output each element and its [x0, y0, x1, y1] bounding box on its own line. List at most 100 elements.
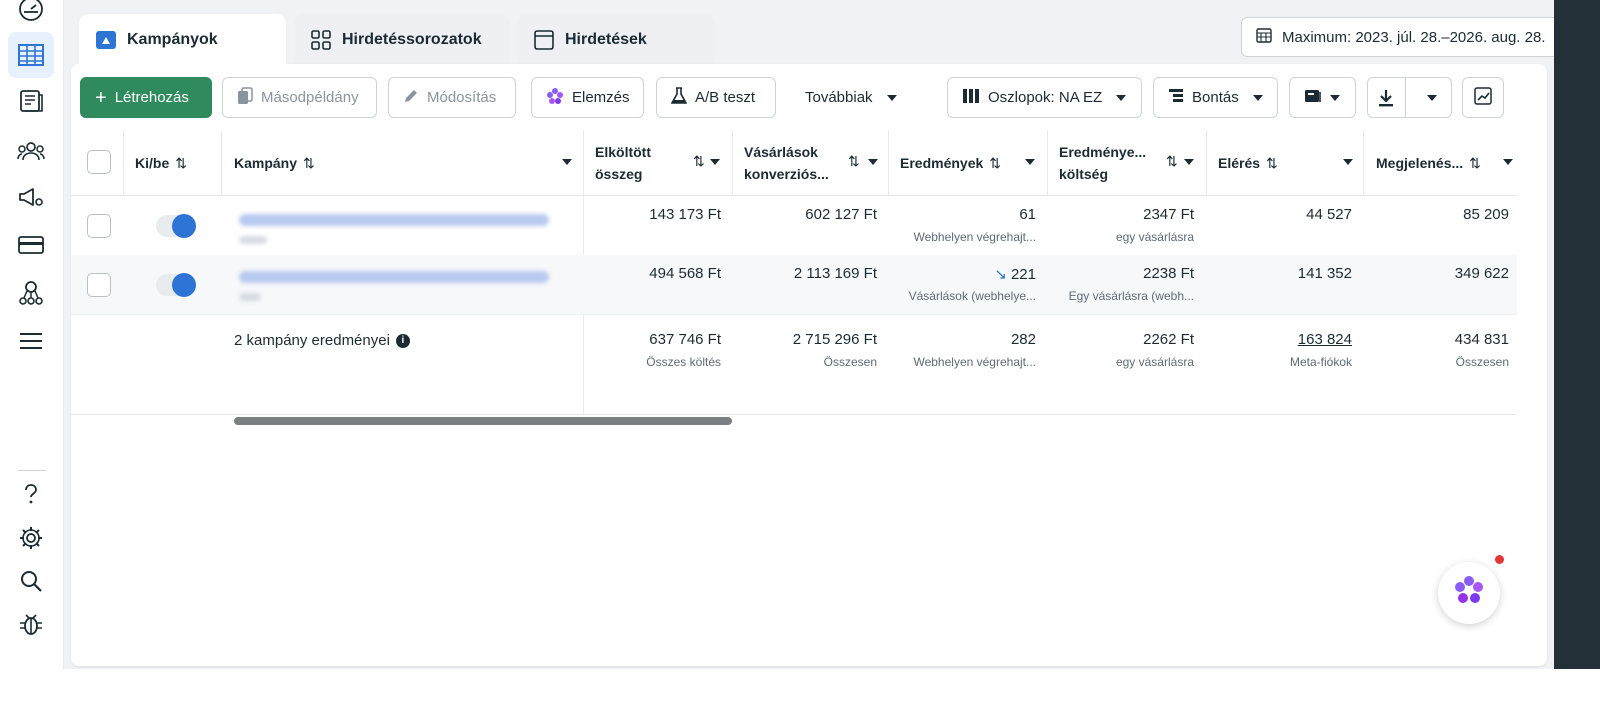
business-network-icon[interactable]	[8, 270, 54, 316]
breakdown-icon	[1168, 88, 1184, 108]
cell-reach: 44 527	[1306, 206, 1352, 223]
chevron-down-icon[interactable]	[1503, 159, 1513, 165]
breakdown-dropdown[interactable]: Bontás	[1153, 77, 1278, 118]
duplicate-label: Másodpéldány	[261, 89, 359, 106]
columns-dropdown[interactable]: Oszlopok: NA EZ	[947, 77, 1142, 118]
chevron-down-icon[interactable]	[868, 159, 878, 165]
campaign-toggle[interactable]	[156, 214, 196, 238]
summary-purchases: 2 715 296 Ft	[792, 331, 877, 348]
column-header-onoff[interactable]: Ki/be ⇅	[135, 130, 221, 196]
column-header-impressions[interactable]: Megjelenés... ⇅	[1376, 130, 1517, 196]
row-checkbox[interactable]	[87, 273, 111, 297]
info-icon[interactable]: i	[395, 333, 410, 348]
column-header-cost-per-result[interactable]: Eredménye... költség ⇅	[1059, 130, 1206, 196]
sort-arrows-icon[interactable]: ⇅	[1166, 150, 1178, 172]
chevron-down-icon[interactable]	[1343, 159, 1353, 165]
megaphone-settings-icon[interactable]	[8, 174, 54, 220]
column-header-results[interactable]: Eredmények ⇅	[900, 130, 1047, 196]
download-icon[interactable]	[1368, 78, 1406, 117]
cell-reach: 141 352	[1297, 265, 1352, 282]
analyze-button[interactable]: Elemzés	[531, 77, 644, 118]
more-label: Továbbiak	[805, 89, 873, 106]
cell-impressions: 349 622	[1454, 265, 1509, 282]
row-checkbox[interactable]	[87, 214, 111, 238]
ai-assistant-button[interactable]	[1438, 562, 1500, 624]
summary-cost-label: egy vásárlásra	[1115, 355, 1194, 369]
column-divider	[1363, 130, 1364, 196]
create-button[interactable]: + Létrehozás	[80, 77, 212, 118]
chevron-down-icon	[886, 94, 897, 101]
table-row[interactable]: 143 173 Ft 602 127 Ft 61 Webhelyen végre…	[71, 196, 1517, 256]
billing-card-icon[interactable]	[8, 222, 54, 268]
sort-arrows-icon[interactable]: ⇅	[989, 152, 1001, 174]
dashboard-gauge-icon[interactable]	[8, 0, 54, 32]
campaign-toggle[interactable]	[156, 273, 196, 297]
column-header-reach[interactable]: Elérés ⇅	[1218, 130, 1365, 196]
cell-cost-type: egy vásárlásra	[1115, 230, 1194, 244]
sort-arrows-icon[interactable]: ⇅	[1469, 152, 1481, 174]
cell-purchases: 602 127 Ft	[805, 206, 877, 223]
export-menu-toggle[interactable]	[1414, 94, 1451, 101]
ab-test-button[interactable]: A/B teszt	[656, 77, 776, 118]
summary-amount-spent: 637 746 Ft	[649, 331, 721, 348]
report-bug-icon[interactable]	[8, 601, 54, 647]
chevron-down-icon[interactable]	[1025, 159, 1035, 165]
column-header-campaign[interactable]: Kampány ⇅	[234, 130, 584, 196]
column-divider	[123, 130, 124, 196]
audiences-people-icon[interactable]	[8, 128, 54, 174]
ads-manager-window: Kampányok Hirdetéssorozatok Hirdetések M…	[0, 0, 1600, 717]
toggle-knob	[172, 273, 196, 297]
all-tools-menu-icon[interactable]	[8, 318, 54, 364]
cell-impressions: 85 209	[1463, 206, 1509, 223]
cell-results: ↘ 221	[994, 266, 1036, 283]
column-header-purchases-conversion[interactable]: Vásárlások konverziós... ⇅	[744, 130, 890, 196]
cell-results-type: Webhelyen végrehajt...	[913, 230, 1036, 244]
edit-button[interactable]: Módosítás	[388, 77, 516, 118]
header-label: Megjelenés...	[1376, 155, 1464, 171]
summary-purchases-label: Összesen	[823, 355, 877, 369]
sort-arrows-icon[interactable]: ⇅	[175, 152, 187, 174]
sort-arrows-icon[interactable]: ⇅	[693, 150, 705, 172]
chevron-down-icon[interactable]	[562, 159, 572, 165]
duplicate-button[interactable]: Másodpéldány	[222, 77, 377, 118]
adset-grid-icon	[310, 29, 332, 51]
search-icon[interactable]	[8, 558, 54, 604]
campaign-name-redacted[interactable]	[239, 214, 549, 226]
summary-reach-link[interactable]: 163 824	[1298, 331, 1352, 348]
edit-label: Módosítás	[427, 89, 497, 106]
column-divider	[888, 130, 889, 196]
view-charts-button[interactable]	[1462, 77, 1504, 118]
chevron-down-icon[interactable]	[710, 159, 720, 165]
horizontal-scrollbar[interactable]	[234, 417, 732, 425]
export-split-button[interactable]	[1367, 77, 1452, 118]
sort-arrows-icon[interactable]: ⇅	[303, 152, 315, 174]
settings-gear-icon[interactable]	[8, 515, 54, 561]
table-row[interactable]: 494 568 Ft 2 113 169 Ft ↘ 221 Vásárlások …	[71, 255, 1517, 315]
campaigns-table-icon[interactable]	[8, 32, 54, 78]
date-range-picker[interactable]: Maximum: 2023. júl. 28.–2026. aug. 28.	[1241, 17, 1599, 57]
analyze-label: Elemzés	[572, 89, 630, 106]
campaign-status-redacted	[239, 293, 261, 301]
summary-results: 282	[1010, 331, 1036, 348]
flower-sparkle-icon	[1451, 573, 1487, 614]
tab-campaigns[interactable]: Kampányok	[79, 14, 286, 66]
trend-chart-icon	[1474, 86, 1492, 109]
chevron-down-icon[interactable]	[1184, 159, 1194, 165]
tab-adsets[interactable]: Hirdetéssorozatok	[294, 14, 510, 66]
campaign-name-redacted[interactable]	[239, 271, 549, 283]
more-dropdown[interactable]: Továbbiak	[790, 77, 915, 118]
summary-reach-label: Meta-fiókok	[1289, 355, 1352, 369]
reports-dropdown[interactable]	[1289, 77, 1356, 118]
column-header-amount-spent[interactable]: Elköltött összeg ⇅	[595, 130, 732, 196]
select-all-checkbox[interactable]	[87, 150, 111, 174]
summary-cost-per-result: 2262 Ft	[1143, 331, 1194, 348]
reports-icon	[1304, 88, 1322, 108]
cell-purchases: 2 113 169 Ft	[793, 265, 877, 282]
sort-arrows-icon[interactable]: ⇅	[1266, 152, 1278, 174]
sort-arrows-icon[interactable]: ⇅	[848, 150, 860, 172]
catalog-book-icon[interactable]	[8, 78, 54, 124]
notification-dot	[1495, 555, 1504, 564]
flower-sparkle-icon	[546, 87, 564, 109]
tab-ads[interactable]: Hirdetések	[517, 14, 715, 66]
help-question-icon[interactable]	[8, 471, 54, 517]
